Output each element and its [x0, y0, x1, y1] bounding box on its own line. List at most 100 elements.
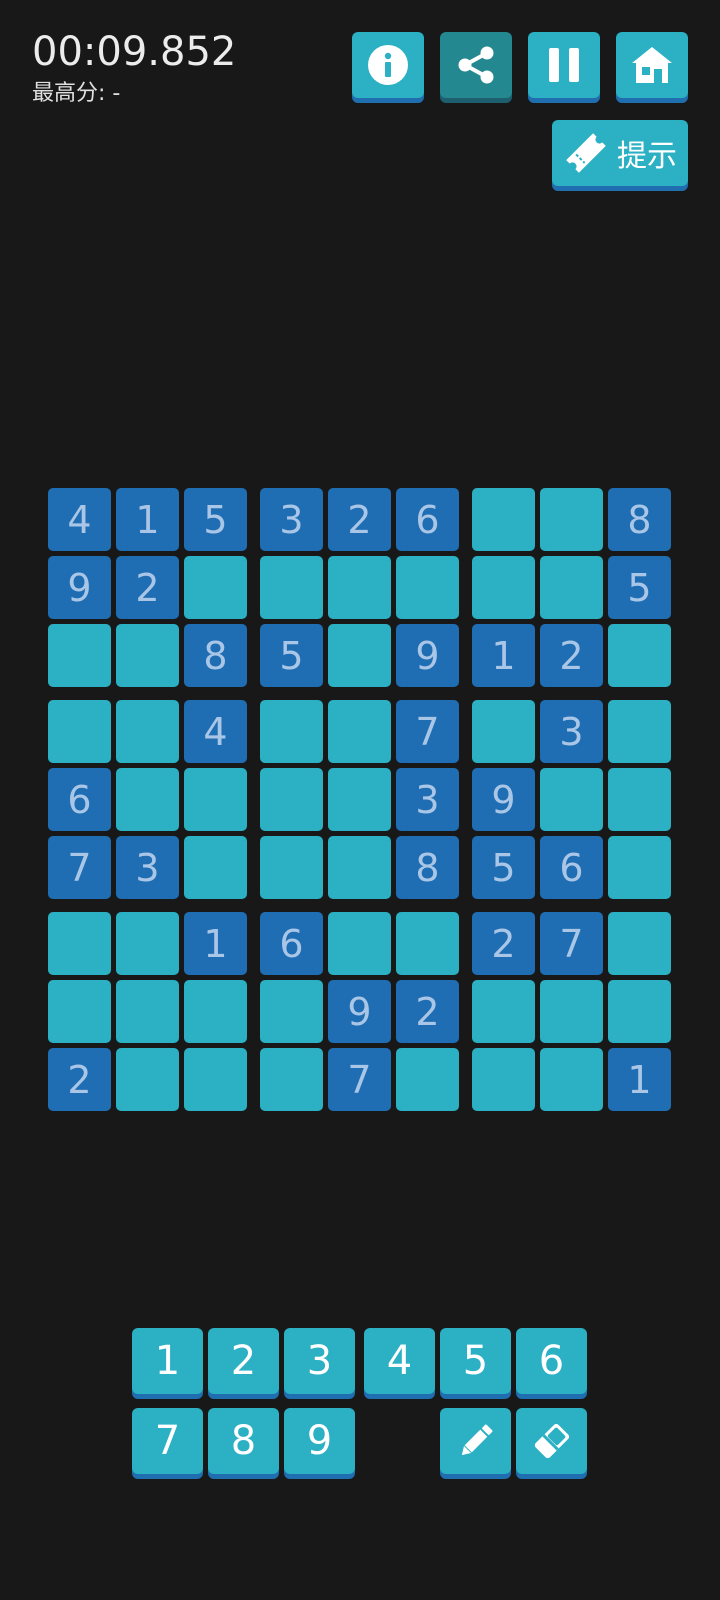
sudoku-cell[interactable]	[396, 1048, 459, 1111]
sudoku-cell[interactable]: 2	[540, 624, 603, 687]
sudoku-cell[interactable]	[608, 768, 671, 831]
hint-button[interactable]: 提示	[552, 120, 688, 186]
sudoku-cell[interactable]	[472, 980, 535, 1043]
sudoku-cell[interactable]	[608, 624, 671, 687]
pause-button[interactable]	[528, 32, 600, 98]
sudoku-cell[interactable]	[328, 624, 391, 687]
sudoku-cell[interactable]	[116, 1048, 179, 1111]
number-key-8[interactable]: 8	[208, 1408, 279, 1474]
sudoku-cell[interactable]	[328, 556, 391, 619]
sudoku-cell[interactable]	[472, 488, 535, 551]
sudoku-cell[interactable]: 8	[608, 488, 671, 551]
sudoku-cell[interactable]: 9	[472, 768, 535, 831]
sudoku-cell[interactable]: 2	[396, 980, 459, 1043]
sudoku-cell[interactable]: 1	[472, 624, 535, 687]
sudoku-cell[interactable]	[184, 1048, 247, 1111]
sudoku-cell[interactable]	[260, 980, 323, 1043]
number-key-6[interactable]: 6	[516, 1328, 587, 1394]
sudoku-cell[interactable]	[472, 556, 535, 619]
sudoku-cell[interactable]	[260, 556, 323, 619]
sudoku-cell[interactable]: 7	[396, 700, 459, 763]
info-button[interactable]	[352, 32, 424, 98]
sudoku-cell[interactable]	[540, 1048, 603, 1111]
sudoku-cell[interactable]: 1	[116, 488, 179, 551]
sudoku-cell[interactable]	[328, 912, 391, 975]
sudoku-cell[interactable]: 3	[396, 768, 459, 831]
sudoku-cell[interactable]: 8	[396, 836, 459, 899]
number-key-1[interactable]: 1	[132, 1328, 203, 1394]
number-key-5[interactable]: 5	[440, 1328, 511, 1394]
sudoku-cell[interactable]: 1	[184, 912, 247, 975]
sudoku-cell[interactable]	[184, 556, 247, 619]
sudoku-cell[interactable]	[116, 700, 179, 763]
sudoku-cell[interactable]: 7	[48, 836, 111, 899]
sudoku-cell[interactable]: 5	[184, 488, 247, 551]
sudoku-cell[interactable]	[328, 700, 391, 763]
sudoku-cell[interactable]: 4	[48, 488, 111, 551]
sudoku-cell[interactable]	[48, 624, 111, 687]
hint-label: 提示	[617, 139, 677, 174]
sudoku-cell[interactable]: 7	[540, 912, 603, 975]
number-key-9[interactable]: 9	[284, 1408, 355, 1474]
sudoku-cell[interactable]: 6	[48, 768, 111, 831]
sudoku-cell[interactable]	[260, 700, 323, 763]
sudoku-cell[interactable]: 2	[472, 912, 535, 975]
sudoku-cell[interactable]: 8	[184, 624, 247, 687]
sudoku-cell[interactable]	[48, 980, 111, 1043]
sudoku-cell[interactable]: 9	[396, 624, 459, 687]
eraser-button[interactable]	[516, 1408, 587, 1474]
sudoku-cell[interactable]	[472, 700, 535, 763]
sudoku-cell[interactable]: 5	[472, 836, 535, 899]
sudoku-cell[interactable]	[540, 556, 603, 619]
sudoku-cell[interactable]	[328, 836, 391, 899]
sudoku-cell[interactable]	[608, 836, 671, 899]
sudoku-cell[interactable]: 7	[328, 1048, 391, 1111]
home-button[interactable]	[616, 32, 688, 98]
sudoku-cell[interactable]: 5	[608, 556, 671, 619]
sudoku-cell[interactable]: 9	[48, 556, 111, 619]
sudoku-cell[interactable]	[116, 980, 179, 1043]
sudoku-cell[interactable]	[472, 1048, 535, 1111]
sudoku-cell[interactable]	[396, 556, 459, 619]
sudoku-cell[interactable]: 6	[540, 836, 603, 899]
sudoku-cell[interactable]	[540, 980, 603, 1043]
sudoku-cell[interactable]	[328, 768, 391, 831]
sudoku-cell[interactable]	[48, 700, 111, 763]
sudoku-cell[interactable]	[260, 836, 323, 899]
sudoku-cell[interactable]: 2	[328, 488, 391, 551]
sudoku-cell[interactable]	[608, 912, 671, 975]
share-button[interactable]	[440, 32, 512, 98]
number-key-4[interactable]: 4	[364, 1328, 435, 1394]
sudoku-cell[interactable]: 5	[260, 624, 323, 687]
sudoku-cell[interactable]: 6	[396, 488, 459, 551]
number-key-3[interactable]: 3	[284, 1328, 355, 1394]
sudoku-cell[interactable]: 3	[260, 488, 323, 551]
sudoku-cell[interactable]	[540, 488, 603, 551]
sudoku-cell[interactable]	[48, 912, 111, 975]
sudoku-cell[interactable]	[608, 980, 671, 1043]
sudoku-cell[interactable]	[184, 980, 247, 1043]
sudoku-cell[interactable]	[608, 700, 671, 763]
eraser-icon	[530, 1419, 574, 1463]
sudoku-cell[interactable]	[540, 768, 603, 831]
sudoku-cell[interactable]: 2	[48, 1048, 111, 1111]
sudoku-cell[interactable]	[116, 912, 179, 975]
sudoku-cell[interactable]	[260, 1048, 323, 1111]
sudoku-cell[interactable]: 1	[608, 1048, 671, 1111]
sudoku-cell[interactable]	[116, 768, 179, 831]
sudoku-cell[interactable]: 3	[540, 700, 603, 763]
sudoku-cell[interactable]: 9	[328, 980, 391, 1043]
sudoku-cell[interactable]: 4	[184, 700, 247, 763]
sudoku-cell[interactable]	[116, 624, 179, 687]
sudoku-cell[interactable]	[396, 912, 459, 975]
number-key-2[interactable]: 2	[208, 1328, 279, 1394]
sudoku-cell[interactable]	[184, 768, 247, 831]
sudoku-cell[interactable]: 2	[116, 556, 179, 619]
info-icon	[368, 45, 408, 85]
sudoku-cell[interactable]	[184, 836, 247, 899]
sudoku-cell[interactable]: 6	[260, 912, 323, 975]
sudoku-cell[interactable]: 3	[116, 836, 179, 899]
pencil-button[interactable]	[440, 1408, 511, 1474]
sudoku-cell[interactable]	[260, 768, 323, 831]
number-key-7[interactable]: 7	[132, 1408, 203, 1474]
